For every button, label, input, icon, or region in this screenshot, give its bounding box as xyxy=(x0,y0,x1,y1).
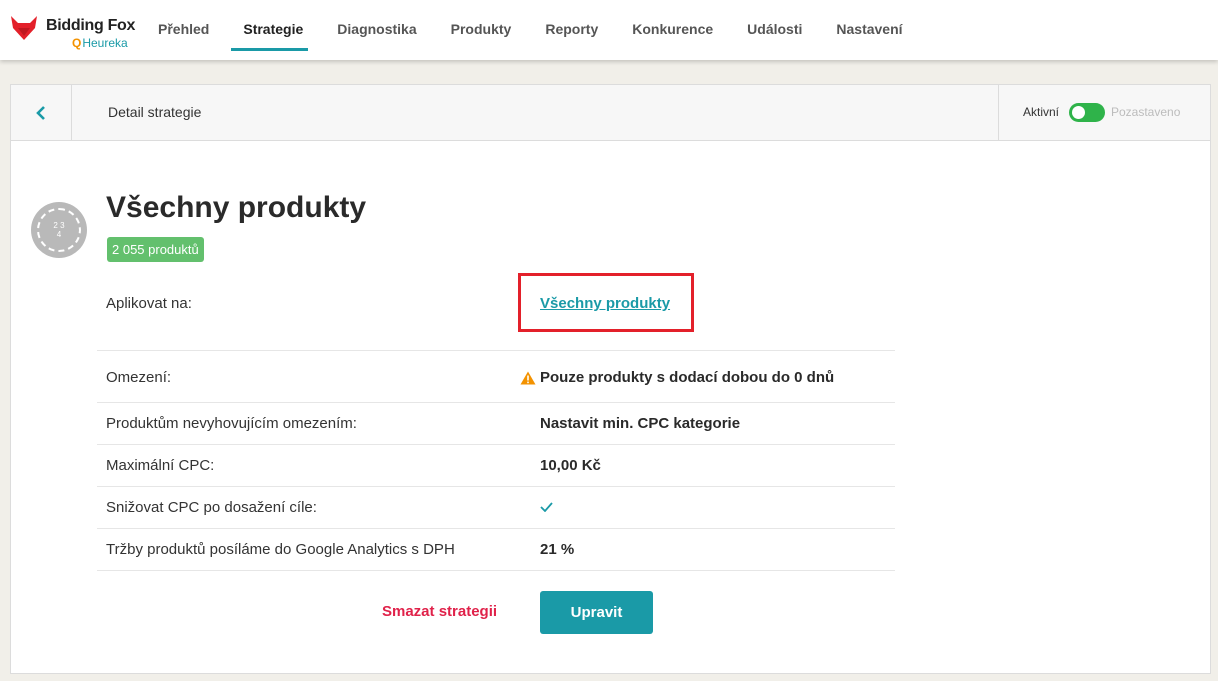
nav-item-prehled[interactable]: Přehled xyxy=(141,0,226,60)
check-icon xyxy=(540,499,553,516)
detail-row-nonmatching: Produktům nevyhovujícím omezením: Nastav… xyxy=(97,403,895,445)
toggle-knob xyxy=(1072,106,1085,119)
strategy-avatar: 2 3 4 xyxy=(31,202,87,258)
nav-item-nastaveni[interactable]: Nastavení xyxy=(819,0,919,60)
max-cpc-value: 10,00 Kč xyxy=(540,457,601,474)
status-toggle[interactable] xyxy=(1069,103,1105,122)
nav-item-strategie[interactable]: Strategie xyxy=(226,0,320,60)
page-title: Detail strategie xyxy=(108,104,202,120)
nav-item-reporty[interactable]: Reporty xyxy=(528,0,615,60)
chevron-left-icon xyxy=(36,105,45,120)
analytics-vat-value: 21 % xyxy=(540,541,575,558)
strategy-detail-card: Detail strategie Aktivní Pozastaveno 2 3… xyxy=(10,84,1211,674)
heureka-icon: Q xyxy=(72,36,82,50)
fox-logo-icon xyxy=(11,16,37,40)
active-tab-indicator xyxy=(231,48,308,51)
applies-label: Aplikovat na: xyxy=(106,295,192,312)
restriction-label: Omezení: xyxy=(106,369,172,386)
product-count-badge: 2 055 produktů xyxy=(107,237,204,262)
status-active-label[interactable]: Aktivní xyxy=(1023,105,1059,119)
delete-strategy-button[interactable]: Smazat strategii xyxy=(382,603,497,620)
max-cpc-label: Maximální CPC: xyxy=(106,457,215,474)
detail-row-max-cpc: Maximální CPC: 10,00 Kč xyxy=(97,445,895,487)
detail-row-analytics-vat: Tržby produktů posíláme do Google Analyt… xyxy=(97,529,895,571)
top-navigation-bar: Bidding Fox QHeureka Přehled Strategie D… xyxy=(0,0,1218,60)
nav-item-diagnostika[interactable]: Diagnostika xyxy=(320,0,433,60)
avatar-digit: 4 xyxy=(56,230,62,239)
edit-button[interactable]: Upravit xyxy=(540,591,653,634)
restriction-value: Pouze produkty s dodací dobou do 0 dnů xyxy=(540,369,835,386)
nav-item-udalosti[interactable]: Události xyxy=(730,0,819,60)
restriction-value-wrap: Pouze produkty s dodací dobou do 0 dnů xyxy=(520,369,834,386)
status-paused-label[interactable]: Pozastaveno xyxy=(1111,105,1180,119)
brand-sub-label: Heureka xyxy=(82,36,128,50)
status-switch: Aktivní Pozastaveno xyxy=(998,85,1210,140)
brand-sub: QHeureka xyxy=(72,36,128,50)
lower-cpc-label: Snižovat CPC po dosažení cíle: xyxy=(106,499,317,516)
nav-item-konkurence[interactable]: Konkurence xyxy=(615,0,730,60)
nav-item-produkty[interactable]: Produkty xyxy=(434,0,529,60)
card-header: Detail strategie Aktivní Pozastaveno xyxy=(11,85,1210,141)
detail-row-restriction: Omezení: Pouze produkty s dodací dobou d… xyxy=(97,351,895,403)
strategy-title: Všechny produkty xyxy=(106,191,367,224)
nonmatching-value: Nastavit min. CPC kategorie xyxy=(540,415,741,432)
back-button[interactable] xyxy=(11,85,72,140)
detail-row-applies: Aplikovat na: Všechny produkty xyxy=(97,265,895,351)
nonmatching-label: Produktům nevyhovujícím omezením: xyxy=(106,415,357,432)
analytics-vat-label: Tržby produktů posíláme do Google Analyt… xyxy=(106,541,455,558)
strategy-avatar-inner: 2 3 4 xyxy=(37,208,81,252)
avatar-digit: 2 xyxy=(53,221,58,230)
main-nav: Přehled Strategie Diagnostika Produkty R… xyxy=(141,0,920,60)
detail-row-lower-cpc: Snižovat CPC po dosažení cíle: xyxy=(97,487,895,529)
bidding-fox-logo[interactable]: Bidding Fox QHeureka xyxy=(10,12,150,52)
brand-name: Bidding Fox xyxy=(46,17,136,34)
applies-to-link[interactable]: Všechny produkty xyxy=(540,295,670,312)
avatar-digit: 3 xyxy=(60,221,65,230)
warning-icon xyxy=(520,371,536,384)
